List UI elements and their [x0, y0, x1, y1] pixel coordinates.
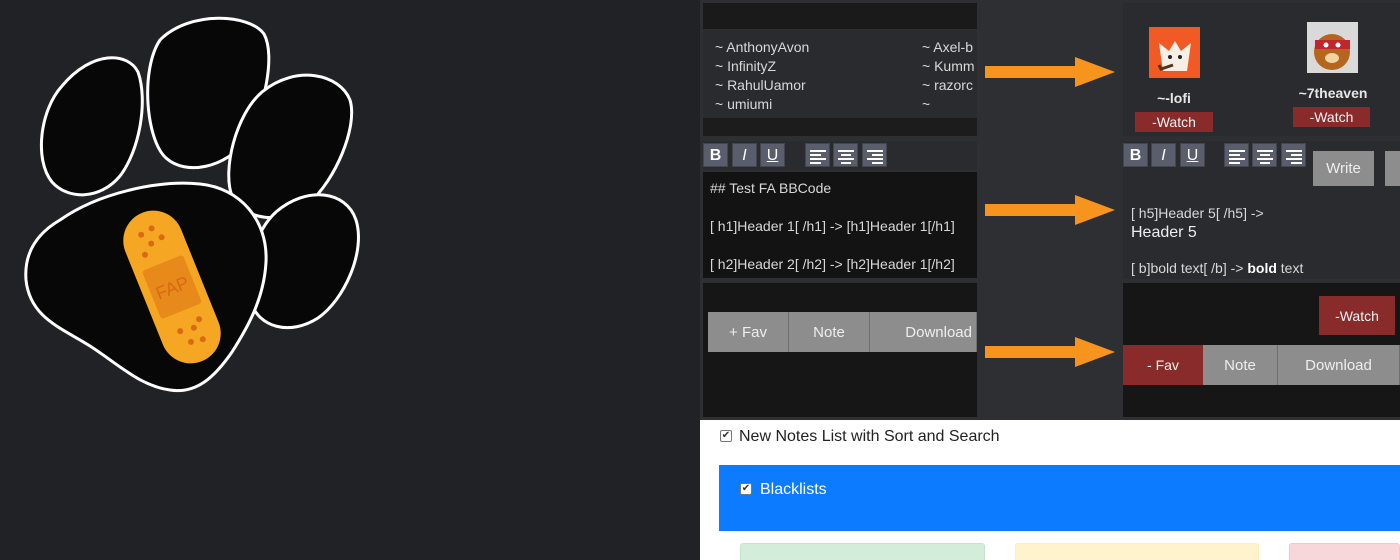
blacklist-card [1289, 543, 1400, 560]
preview-bold-prefix: [ b]bold text[ /b] -> [1131, 260, 1248, 276]
bold-button[interactable]: B [1123, 143, 1148, 167]
paw-print-with-bandage-icon: FAP [24, 16, 360, 393]
note-button[interactable]: Note [789, 312, 870, 352]
preview-bold-line: [ b]bold text[ /b] -> bold text [1131, 260, 1303, 276]
align-right-icon[interactable] [1281, 143, 1306, 167]
preview-bold-word: bold [1247, 260, 1277, 276]
bear-hero-avatar-icon[interactable] [1307, 22, 1358, 73]
watch-list-item[interactable]: ~ RahulUamor [715, 76, 809, 95]
align-center-icon[interactable] [833, 143, 858, 167]
write-tab[interactable]: Write [1313, 151, 1374, 186]
note-button[interactable]: Note [1203, 345, 1278, 385]
watch-list-item[interactable]: ~ Axel-b [922, 38, 977, 57]
italic-button[interactable]: I [732, 143, 757, 167]
align-center-icon[interactable] [1252, 143, 1277, 167]
preview-header-5: Header 5 [1131, 224, 1197, 241]
italic-button[interactable]: I [1151, 143, 1176, 167]
align-right-icon[interactable] [862, 143, 887, 167]
download-button[interactable]: Download [1278, 345, 1400, 385]
arrow-right-icon [985, 337, 1115, 367]
editor-line: [ h1]Header 1[ /h1] -> [h1]Header 1[/h1] [710, 218, 955, 234]
preview-line: [ h5]Header 5[ /h5] -> [1131, 205, 1264, 221]
unwatch-button[interactable]: -Watch [1135, 112, 1213, 132]
editor-line: [ h2]Header 2[ /h2] -> [h2]Header 1[/h2] [710, 256, 955, 272]
new-notes-label: New Notes List with Sort and Search [739, 428, 1000, 445]
unwatch-button[interactable]: -Watch [1293, 107, 1370, 127]
watch-list-footer [703, 118, 977, 136]
watch-list-item[interactable]: ~ Kumm [922, 57, 977, 76]
blacklists-checkbox[interactable]: ✔ [740, 483, 752, 495]
blacklist-card [1015, 543, 1259, 560]
blacklists-label: Blacklists [760, 481, 827, 498]
arrow-right-icon [985, 57, 1115, 87]
watch-list-item[interactable]: ~ AnthonyAvon [715, 38, 809, 57]
preview-tab[interactable] [1385, 151, 1400, 186]
unwatch-button[interactable]: -Watch [1319, 296, 1395, 335]
bold-button[interactable]: B [703, 143, 728, 167]
watch-list-item[interactable]: ~ umiumi [715, 95, 809, 114]
app-logo: FAP [0, 0, 700, 560]
arrow-right-icon [985, 195, 1115, 225]
underline-button[interactable]: U [1180, 143, 1205, 167]
preview-bold-suffix: text [1276, 260, 1304, 276]
watch-list-column: ~ Axel-b ~ Kumm ~ razorc ~ Xennie [922, 38, 977, 118]
watch-list-item[interactable]: ~ InfinityZ [715, 57, 809, 76]
watch-list-column: ~ AnthonyAvon ~ InfinityZ ~ RahulUamor ~… [715, 38, 809, 114]
watch-list-item[interactable]: ~ Xennie [922, 95, 977, 118]
profile-name[interactable]: ~7theaven [1292, 85, 1374, 101]
editor-line: ## Test FA BBCode [710, 180, 832, 196]
blacklists-section: ✔ Blacklists [719, 465, 1400, 531]
add-fav-button[interactable]: + Fav [708, 312, 789, 352]
profile-name[interactable]: ~-lofi [1136, 90, 1212, 106]
watch-list: ~ AnthonyAvon ~ InfinityZ ~ RahulUamor ~… [703, 30, 977, 118]
underline-button[interactable]: U [760, 143, 785, 167]
download-button[interactable]: Download [870, 312, 977, 352]
old-header-bar [703, 3, 977, 29]
align-left-icon[interactable] [1224, 143, 1249, 167]
fox-with-pipe-avatar-icon[interactable] [1149, 27, 1200, 78]
watch-list-item[interactable]: ~ razorc [922, 76, 977, 95]
align-left-icon[interactable] [805, 143, 830, 167]
new-notes-checkbox[interactable]: ✔ [720, 430, 732, 442]
settings-panel: ✔ New Notes List with Sort and Search ✔ … [700, 420, 1400, 560]
blacklist-card [740, 543, 985, 560]
remove-fav-button[interactable]: - Fav [1123, 345, 1203, 385]
